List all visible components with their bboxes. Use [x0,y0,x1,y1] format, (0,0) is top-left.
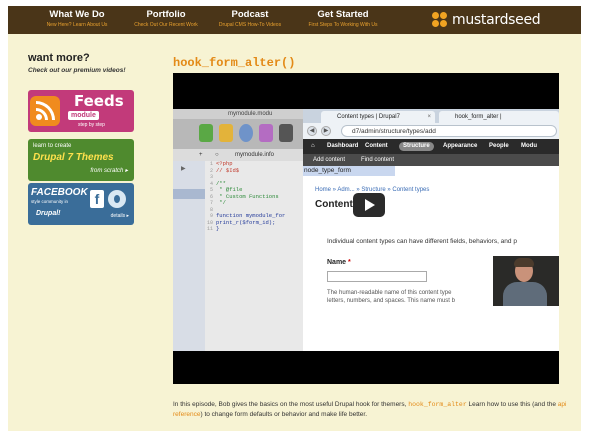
video-frame: mymodule.modu + ○ mymodule.info ▶ 123456… [173,109,559,351]
sidebar: want more? Check out our premium videos!… [28,52,143,225]
description-text: In this episode, Bob gives the basics on… [173,401,409,408]
shortcut-find-content: Find content [361,157,395,163]
home-icon: ⌂ [311,143,315,149]
browser-tab-label: hook_form_alter | [455,114,502,120]
promo-title: Drupal 7 Themes [33,152,114,163]
play-button-icon[interactable] [353,193,385,217]
nav-title: Get Started [317,9,369,20]
intro-text: Individual content types can have differ… [327,238,517,245]
hook-form-alter-link[interactable]: hook_form_alter [408,401,467,408]
browser-tabstrip: Content types | Drupal7 × hook_form_alter… [303,109,559,123]
line-numbers: 1 2 3 4 5 6 7 8 9 10 11 [205,161,213,233]
promo-drupal7-themes[interactable]: learn to create Drupal 7 Themes from scr… [28,139,134,181]
code-editor: <?php// $Id$ /** * @file * Custom Functi… [216,160,285,233]
highlighted-text: node_type_form [303,166,395,176]
nav-subtitle: Drupal CMS How-To Videos [218,22,282,28]
webcam-overlay [493,256,559,306]
drupal-drop-icon [108,190,126,208]
description-text: ) to change form defaults or behavior an… [200,411,368,418]
code-line: print_r($form_id); [216,218,276,226]
nav-podcast[interactable]: Podcast Drupal CMS How-To Videos [208,9,292,29]
promo-details: details ▸ [110,213,129,219]
name-label-text: Name [327,259,347,266]
editor-tab: mymodule.info [235,152,275,158]
plus-icon: + [199,152,203,158]
nav-title: Podcast [231,9,269,20]
editor-tool-icon [279,124,293,142]
browser-tab-content-types: Content types | Drupal7 × [321,111,435,123]
nav-title: What We Do [49,9,105,20]
nav-title: Portfolio [146,9,186,20]
nav-get-started[interactable]: Get Started First Steps To Working With … [298,9,388,29]
nav-subtitle: New Here? Learn About Us [46,22,108,28]
promo-facebook-drupal[interactable]: FACEBOOK style community in Drupal! f de… [28,183,134,225]
mustardseed-logo-icon [432,12,448,28]
browser-tab-hook-form-alter: hook_form_alter | [439,111,559,123]
required-mark: * [348,259,351,266]
editor-toolbar [173,119,303,149]
toolbar-item-content: Content [365,143,388,149]
facebook-icon: f [90,190,104,208]
top-navigation: What We Do New Here? Learn About Us Port… [8,6,581,34]
promo-title: FACEBOOK [31,187,88,198]
name-label: Name * [327,259,351,266]
editor-title: mymodule.modu [173,109,303,119]
toolbar-item-people: People [489,143,509,149]
line-number: 11 [206,226,213,232]
video-player[interactable]: mymodule.modu + ○ mymodule.info ▶ 123456… [173,73,559,384]
page-frame: What We Do New Here? Learn About Us Port… [8,6,581,431]
promo-subtitle: step by step [78,122,105,128]
editor-tool-icon [259,124,273,142]
nav-portfolio[interactable]: Portfolio Check Out Our Recent Work [124,9,208,29]
code-line: * Custom Functions [216,192,279,200]
close-icon: × [427,114,431,120]
presenter-body [503,282,547,306]
code-line: } [216,225,220,232]
rss-icon [30,96,60,126]
promo-line: from scratch ▸ [90,168,128,174]
disclosure-arrow-icon: ▶ [181,166,186,172]
promo-feeds-module[interactable]: Feeds module step by step [28,90,134,132]
episode-description: In this episode, Bob gives the basics on… [173,400,568,420]
editor-tool-icon [199,124,213,142]
browser-window: Content types | Drupal7 × hook_form_alter… [303,109,559,351]
selected-file [173,189,205,199]
editor-tabs: + ○ mymodule.info [173,149,303,161]
toolbar-item-appearance: Appearance [443,143,478,149]
nav-what-we-do[interactable]: What We Do New Here? Learn About Us [32,9,122,29]
drupal-shortcuts: Add content Find content [303,154,559,166]
toolbar-item-modu: Modu [521,143,537,149]
presenter-hair [514,258,534,267]
name-help-text: The human-readable name of this content … [327,290,455,304]
sidebar-subheading: Check out our premium videos! [28,67,126,74]
site-logo[interactable]: mustardseed [432,11,541,29]
name-input [327,271,427,282]
logo-text: mustardseed [452,12,541,28]
toolbar-item-dashboard: Dashboard [327,143,359,149]
nav-subtitle: Check Out Our Recent Work [134,22,198,28]
browser-address-bar: ◀ ▶ d7/admin/structure/types/add [303,123,559,139]
editor-file-sidebar: ▶ [173,161,205,351]
browser-tab-label: Content types | Drupal7 [337,114,400,120]
description-text: Learn how to use this (and the [466,401,558,408]
promo-line: style community in [31,199,69,204]
promo-badge: module [68,111,99,120]
promo-line: Drupal! [36,210,61,217]
back-icon: ◀ [307,126,317,136]
page-title: hook_form_alter() [173,56,296,70]
nav-subtitle: First Steps To Working With Us [308,22,378,28]
promo-line: learn to create [33,143,72,149]
sidebar-heading: want more? [28,52,90,64]
pencil-icon [219,124,233,142]
toolbar-item-structure: Structure [399,142,434,151]
magnifier-icon [239,124,253,142]
drupal-admin-toolbar: ⌂ Dashboard Content Structure Appearance Peo… [303,139,559,154]
url-field: d7/admin/structure/types/add [341,125,557,137]
promo-title: Feeds [74,92,124,110]
shortcut-add-content: Add content [313,157,346,163]
forward-icon: ▶ [321,126,331,136]
